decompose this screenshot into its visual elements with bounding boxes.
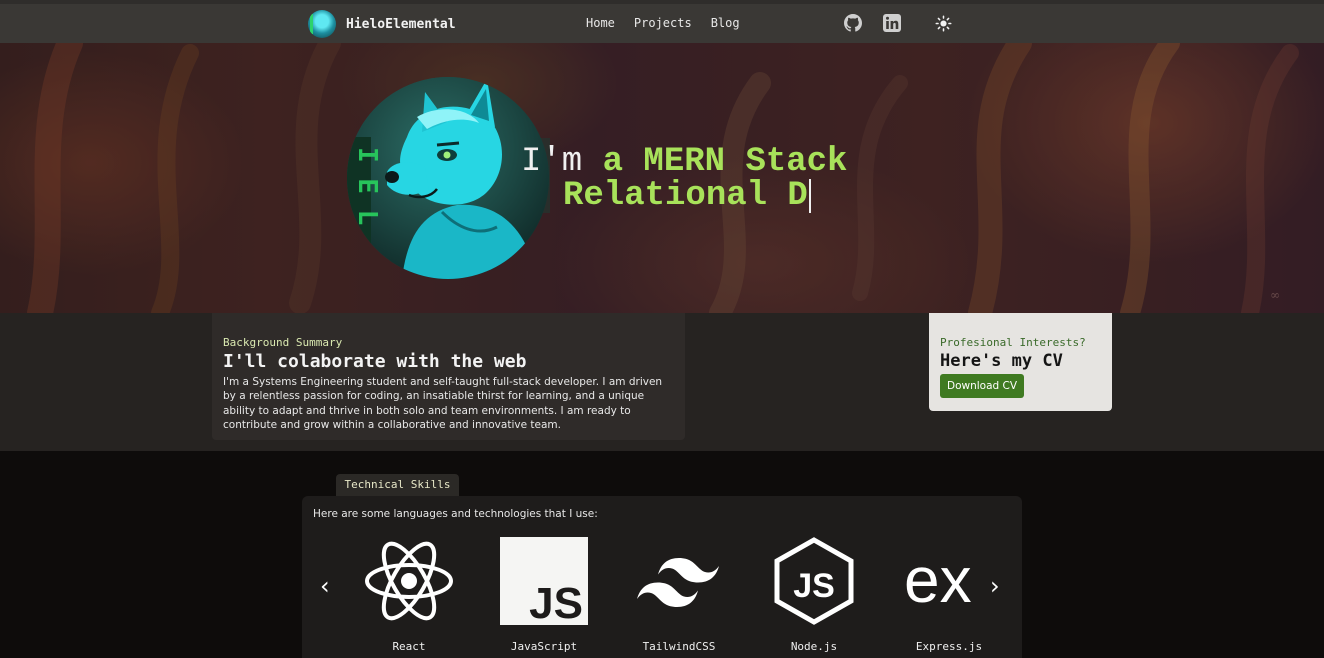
skill-name: Node.js xyxy=(790,640,838,653)
brand-avatar xyxy=(308,10,336,38)
svg-text:JS: JS xyxy=(793,567,835,605)
skill-item-tailwindcss: TailwindCSS xyxy=(634,536,724,653)
svg-text:ex: ex xyxy=(904,544,972,616)
nav-links: Home Projects Blog xyxy=(586,16,740,30)
cv-eyebrow: Profesional Interests? xyxy=(940,336,1086,349)
skills-carousel: React JS JavaScript TailwindCSS JS Node.… xyxy=(364,536,984,658)
linkedin-icon[interactable] xyxy=(883,14,901,32)
nodejs-icon: JS xyxy=(774,537,854,625)
nav-link-blog[interactable]: Blog xyxy=(711,16,740,30)
carousel-prev-button[interactable]: ‹ xyxy=(320,574,330,598)
hero-highlight: a MERN Stack xyxy=(602,143,848,181)
skill-item-nodejs: JS Node.js xyxy=(769,536,859,653)
nav-link-projects[interactable]: Projects xyxy=(634,16,692,30)
github-icon[interactable] xyxy=(844,14,862,32)
hero-headline-line1: I'm a MERN Stack xyxy=(521,145,847,179)
background-summary-card: Background Summary I'll colaborate with … xyxy=(212,313,685,440)
brand[interactable]: HieloElemental xyxy=(308,10,456,38)
svg-text:JS: JS xyxy=(529,579,583,626)
skill-name: Express.js xyxy=(915,640,983,653)
artist-signature: ∞ xyxy=(1270,288,1280,302)
skill-name: React xyxy=(392,640,426,653)
skills-panel: Here are some languages and technologies… xyxy=(302,496,1022,658)
cv-card: Profesional Interests? Here's my CV Down… xyxy=(929,313,1112,411)
javascript-icon: JS xyxy=(500,537,588,626)
navbar: HieloElemental Home Projects Blog xyxy=(0,4,1324,43)
skills-intro: Here are some languages and technologies… xyxy=(313,508,598,520)
skill-item-express: ex Express.js xyxy=(904,536,984,653)
nav-link-home[interactable]: Home xyxy=(586,16,615,30)
svg-text:I E L: I E L xyxy=(352,147,382,225)
hero-headline-line2: Relational D xyxy=(563,179,811,213)
brand-name: HieloElemental xyxy=(346,16,456,32)
background-body: I'm a Systems Engineering student and se… xyxy=(223,376,663,432)
skill-name: TailwindCSS xyxy=(642,640,716,653)
carousel-next-button[interactable]: › xyxy=(990,574,1000,598)
download-cv-button[interactable]: Download CV xyxy=(940,374,1025,398)
cv-title: Here's my CV xyxy=(940,351,1063,371)
react-icon xyxy=(365,541,453,621)
background-eyebrow: Background Summary xyxy=(223,336,343,349)
skill-name: JavaScript xyxy=(510,640,578,653)
hero-typing-text: Relational D xyxy=(563,177,808,215)
sun-icon[interactable] xyxy=(935,15,952,32)
profile-avatar: I E L xyxy=(347,77,549,279)
tailwindcss-icon xyxy=(637,558,719,607)
skill-item-javascript: JS JavaScript xyxy=(499,536,589,653)
hero-prefix: I'm xyxy=(521,143,603,181)
express-icon: ex xyxy=(904,544,972,616)
background-title: I'll colaborate with the web xyxy=(223,351,527,372)
skill-item-react: React xyxy=(364,536,454,653)
hero-banner: ∞ I E L I'm a MERN Stack Relational D xyxy=(0,43,1324,313)
typing-caret xyxy=(808,179,811,213)
tab-technical-skills[interactable]: Technical Skills xyxy=(336,474,459,496)
